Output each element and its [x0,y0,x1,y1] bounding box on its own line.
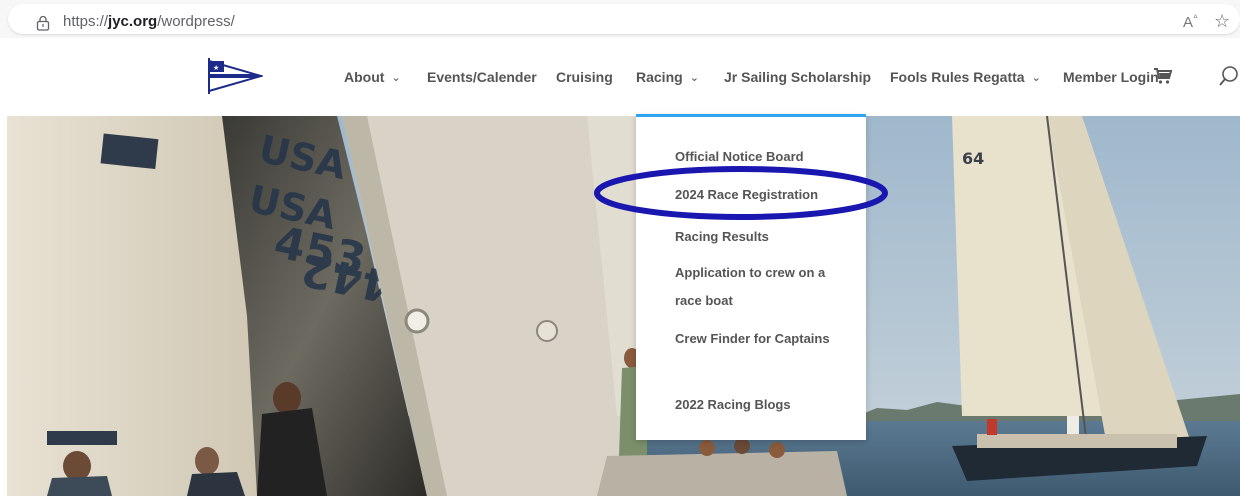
chevron-down-icon: ⌄ [689,72,699,84]
lock-icon[interactable] [36,15,50,31]
browser-address-bar: https://jyc.org/wordpress/ Aᐞ ☆ [0,0,1240,38]
sailboat-race-illustration: USA USA 453 442 64 [7,116,1240,496]
read-aloud-icon[interactable]: Aᐞ [1183,13,1198,31]
search-icon[interactable] [1218,65,1240,87]
menu-item-crew-finder[interactable]: Crew Finder for Captains [675,325,845,353]
nav-about-label: About [344,69,385,85]
nav-jr-sailing-label: Jr Sailing Scholarship [724,69,872,85]
menu-item-2024-race-registration[interactable]: 2024 Race Registration [675,181,845,209]
url-path: /wordpress/ [157,13,235,30]
chevron-down-icon: ⌄ [391,72,401,84]
menu-item-racing-results[interactable]: Racing Results [675,223,845,251]
nav-fools-rules-regatta[interactable]: Fools Rules Regatta ⌄ [890,69,1041,85]
nav-cruising-label: Cruising [556,69,613,85]
nav-events-calender[interactable]: Events/Calender [427,69,537,85]
sail-marking: 64 [962,149,984,168]
nav-member-login-label: Member Login [1063,69,1159,85]
nav-racing-label: Racing [636,69,683,85]
hero-sailing-photo: USA USA 453 442 64 [7,116,1240,496]
url-scheme: https:// [63,13,109,30]
nav-jr-sailing-scholarship[interactable]: Jr Sailing Scholarship [724,69,871,85]
menu-item-official-notice-board[interactable]: Official Notice Board [675,143,845,171]
nav-member-login[interactable]: Member Login [1063,69,1159,85]
url-text[interactable]: https://jyc.org/wordpress/ [63,13,235,30]
menu-item-application-to-crew[interactable]: Application to crew on a race boat [675,259,845,315]
nav-events-label: Events/Calender [427,69,537,85]
main-nav: About ⌄ Events/Calender Cruising Racing ⌄ … [0,38,1240,116]
racing-dropdown-menu: Official Notice Board 2024 Race Registra… [636,114,866,440]
nav-about[interactable]: About ⌄ [344,69,401,85]
nav-fools-rules-label: Fools Rules Regatta [890,69,1025,85]
nav-cruising[interactable]: Cruising [556,69,613,85]
nav-racing[interactable]: Racing ⌄ [636,69,699,85]
url-field[interactable]: https://jyc.org/wordpress/ Aᐞ ☆ [8,4,1240,34]
chevron-down-icon: ⌄ [1031,72,1041,84]
menu-item-2022-racing-blogs[interactable]: 2022 Racing Blogs [675,391,845,419]
cart-icon[interactable] [1153,67,1173,85]
site-header: ★ About ⌄ Events/Calender Cruising Racing… [0,38,1240,116]
url-domain: jyc.org [108,13,158,30]
star-outline-icon[interactable]: ☆ [1214,11,1230,32]
